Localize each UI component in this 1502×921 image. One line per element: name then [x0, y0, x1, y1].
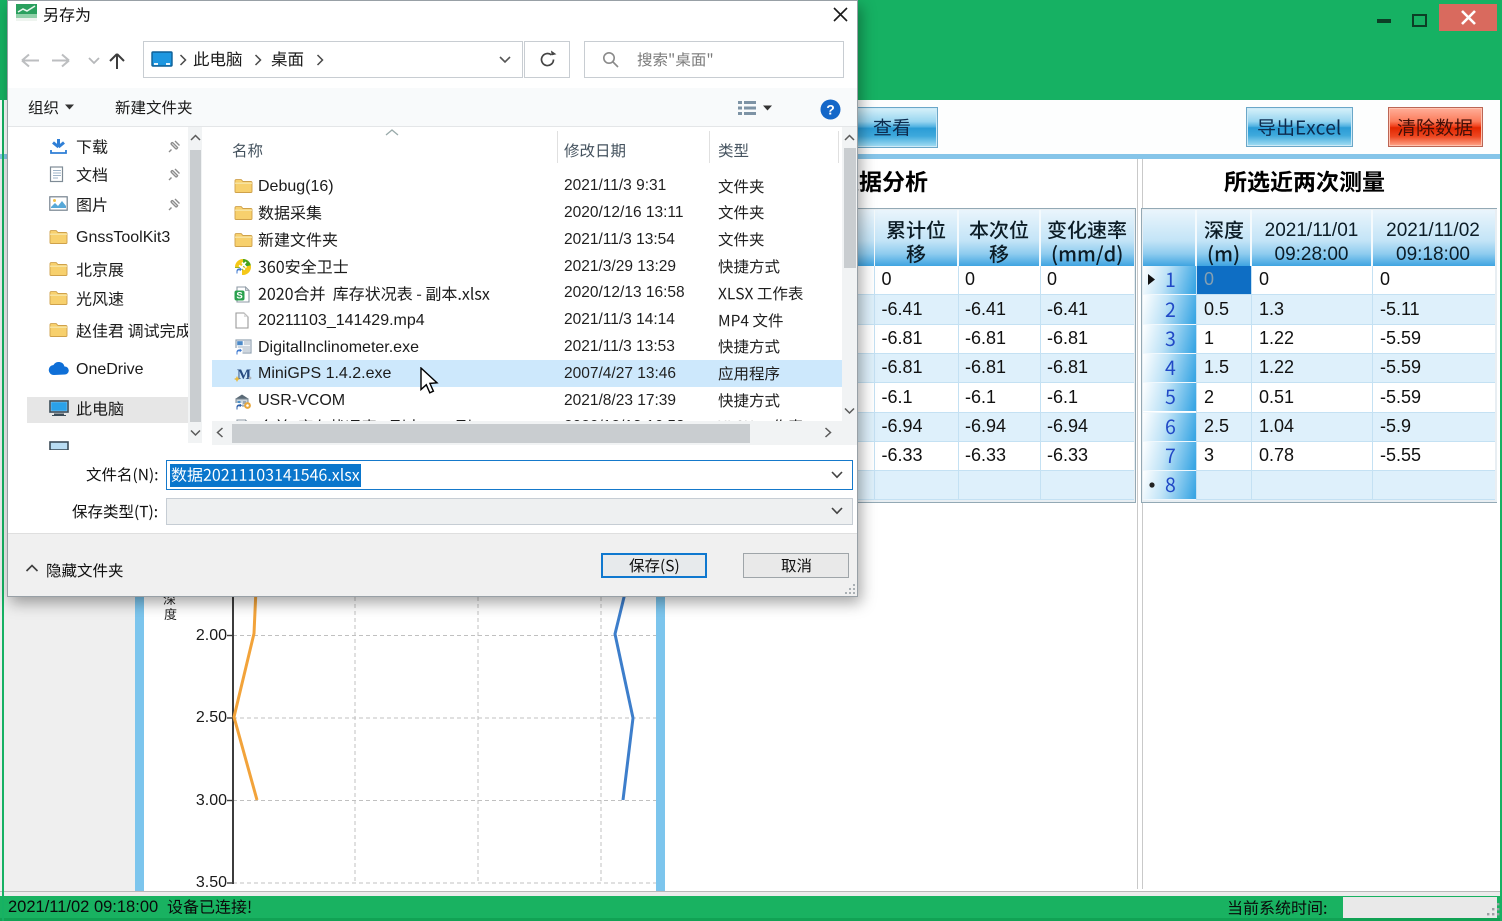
svg-text:?: ? [826, 102, 835, 118]
svg-text:S: S [236, 290, 242, 301]
svg-text:M: M [237, 367, 251, 382]
